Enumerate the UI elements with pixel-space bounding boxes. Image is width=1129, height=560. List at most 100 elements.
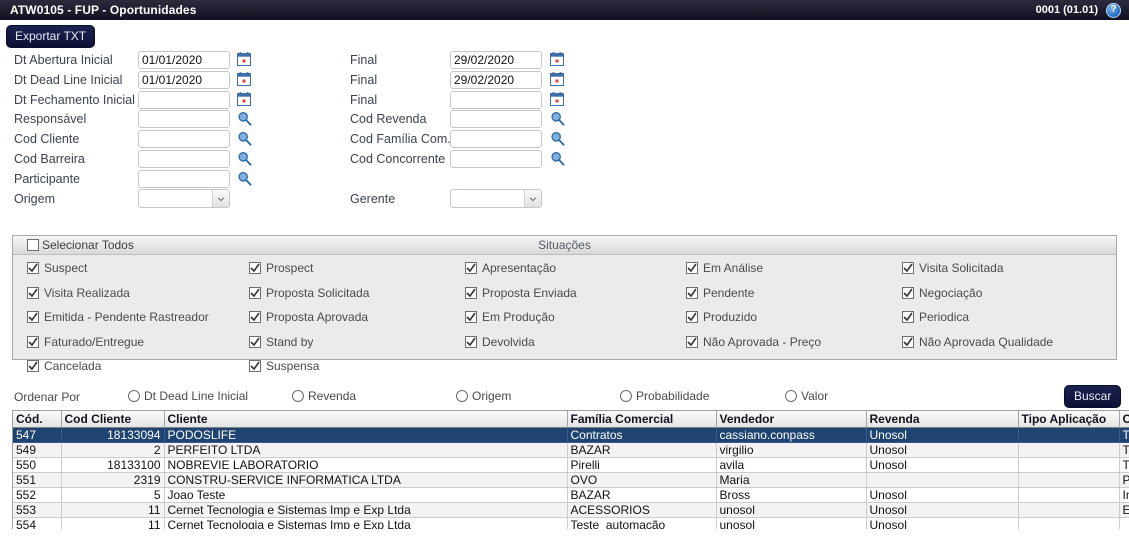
calendar-icon[interactable] [550, 52, 564, 66]
table-row[interactable]: 5525Joao TesteBAZARBrossUnosol In [13, 487, 1129, 503]
filter-select-origem[interactable] [138, 189, 230, 209]
situacao-item[interactable]: Produzido [686, 310, 757, 324]
situacao-checkbox[interactable] [27, 262, 39, 274]
situacao-checkbox[interactable] [465, 286, 477, 299]
situacao-checkbox[interactable] [27, 311, 39, 324]
situacao-checkbox[interactable] [686, 286, 698, 299]
situacao-item[interactable]: Visita Solicitada [902, 261, 1004, 275]
situacao-item[interactable]: Periodica [902, 310, 969, 324]
grid-column-header[interactable]: C [1119, 411, 1129, 428]
filter-input-cod-concorrente[interactable] [450, 150, 542, 168]
filter-input-cod-revenda[interactable] [450, 110, 542, 129]
situacao-checkbox[interactable] [465, 262, 477, 274]
situacao-checkbox[interactable] [27, 335, 39, 348]
table-row[interactable]: 5492PERFEITO LTDABAZARvirgilioUnosol T [13, 442, 1129, 458]
situacao-item[interactable]: Negociação [902, 286, 982, 300]
situacao-checkbox[interactable] [686, 311, 698, 324]
table-row[interactable]: 547 18133094 PODOSLIFE Contratos cassiano.co… [13, 427, 1129, 443]
situacao-checkbox[interactable] [686, 335, 698, 348]
filter-input-cod-barreira[interactable] [138, 150, 230, 168]
calendar-icon[interactable] [550, 71, 564, 86]
calendar-icon[interactable] [237, 91, 251, 106]
situacao-checkbox[interactable] [249, 311, 261, 324]
calendar-icon[interactable] [237, 71, 251, 86]
situacao-checkbox[interactable] [902, 286, 914, 299]
situacao-checkbox[interactable] [249, 360, 261, 373]
magnifier-icon[interactable] [550, 131, 565, 146]
filter-input-dt-dead-line-inicial[interactable] [138, 70, 230, 89]
magnifier-icon[interactable] [237, 131, 252, 146]
situacao-item[interactable]: Proposta Solicitada [249, 286, 369, 300]
radio-icon[interactable] [128, 390, 140, 402]
situacao-item[interactable]: Prospect [249, 261, 313, 275]
magnifier-icon[interactable] [550, 151, 565, 166]
radio-icon[interactable] [620, 390, 632, 402]
help-question-icon[interactable]: ? [1106, 2, 1121, 18]
situacao-item[interactable]: Não Aprovada Qualidade [902, 335, 1053, 349]
situacao-item[interactable]: Pendente [686, 286, 754, 300]
situacao-checkbox[interactable] [902, 335, 914, 348]
filter-input-dt-abertura-inicial[interactable] [138, 51, 230, 69]
order-by-radio-revenda[interactable]: Revenda [292, 389, 356, 403]
filter-input-respons-vel[interactable] [138, 110, 230, 129]
situacao-item[interactable]: Em Produção [465, 310, 555, 324]
table-row[interactable]: 554 11 Cernet Tecnologia e Sistemas Imp e … [13, 517, 1129, 529]
order-by-radio-dt-dead-line-inicial[interactable]: Dt Dead Line Inicial [128, 389, 248, 403]
export-txt-button[interactable]: Exportar TXT [6, 25, 96, 48]
situacao-checkbox[interactable] [902, 311, 914, 324]
chevron-down-icon[interactable] [524, 190, 541, 208]
situacao-item[interactable]: Visita Realizada [27, 286, 130, 300]
order-by-radio-origem[interactable]: Origem [456, 389, 511, 403]
filter-select-gerente[interactable] [450, 189, 542, 209]
situacao-checkbox[interactable] [249, 286, 261, 299]
situacao-item[interactable]: Cancelada [27, 359, 101, 373]
grid-column-header[interactable]: Família Comercial [567, 411, 717, 428]
calendar-icon[interactable] [237, 52, 251, 66]
situacao-item[interactable]: Apresentação [465, 261, 556, 275]
table-row[interactable]: 553 11 Cernet Tecnologia e Sistemas Imp e … [13, 502, 1129, 518]
filter-input-final[interactable] [450, 90, 542, 109]
filter-input-dt-fechamento-inicial[interactable] [138, 90, 230, 109]
situacao-checkbox[interactable] [249, 262, 261, 274]
situacao-item[interactable]: Suspensa [249, 359, 319, 373]
filter-input-cod-fam-lia-com[interactable] [450, 130, 542, 149]
situacao-item[interactable]: Faturado/Entregue [27, 335, 144, 349]
results-grid-container[interactable]: Cód. Cod Cliente Cliente Família Comercial V… [12, 410, 1129, 529]
calendar-icon[interactable] [550, 91, 564, 106]
filter-input-participante[interactable] [138, 169, 230, 188]
radio-icon[interactable] [292, 390, 304, 402]
grid-column-header[interactable]: Tipo Aplicação [1018, 411, 1120, 428]
filter-input-final[interactable] [450, 51, 542, 69]
magnifier-icon[interactable] [237, 151, 252, 166]
grid-column-header[interactable]: Cod Cliente [61, 411, 165, 428]
grid-column-header[interactable]: Vendedor [716, 411, 867, 428]
situacao-item[interactable]: Stand by [249, 335, 313, 349]
situacao-checkbox[interactable] [27, 286, 39, 299]
radio-icon[interactable] [785, 390, 797, 402]
situacao-item[interactable]: Proposta Aprovada [249, 310, 368, 324]
grid-column-header[interactable]: Cliente [164, 411, 568, 428]
situacao-checkbox[interactable] [27, 360, 39, 373]
magnifier-icon[interactable] [237, 111, 252, 127]
situacao-checkbox[interactable] [902, 262, 914, 274]
table-row[interactable]: 551 2319 CONSTRU-SERVICE INFORMATICA LTDA O… [13, 472, 1129, 488]
radio-icon[interactable] [456, 390, 468, 402]
situacao-item[interactable]: Devolvida [465, 335, 535, 349]
table-row[interactable]: 550 18133100 NOBREVIE LABORATORIO Pirelli av… [13, 457, 1129, 473]
situacao-checkbox[interactable] [465, 335, 477, 348]
chevron-down-icon[interactable] [212, 190, 229, 208]
situacao-item[interactable]: Em Análise [686, 261, 763, 275]
situacao-item[interactable]: Emitida - Pendente Rastreador [27, 310, 209, 324]
filter-input-cod-cliente[interactable] [138, 130, 230, 149]
situacao-item[interactable]: Suspect [27, 261, 87, 275]
magnifier-icon[interactable] [550, 111, 565, 127]
situacao-item[interactable]: Proposta Enviada [465, 286, 577, 300]
magnifier-icon[interactable] [237, 171, 252, 186]
grid-column-header[interactable]: Cód. [13, 411, 62, 428]
buscar-button[interactable]: Buscar [1064, 385, 1122, 408]
filter-input-final[interactable] [450, 70, 542, 89]
order-by-radio-probabilidade[interactable]: Probabilidade [620, 389, 709, 403]
situacao-checkbox[interactable] [249, 335, 261, 348]
situacao-checkbox[interactable] [686, 262, 698, 274]
order-by-radio-valor[interactable]: Valor [785, 389, 828, 403]
